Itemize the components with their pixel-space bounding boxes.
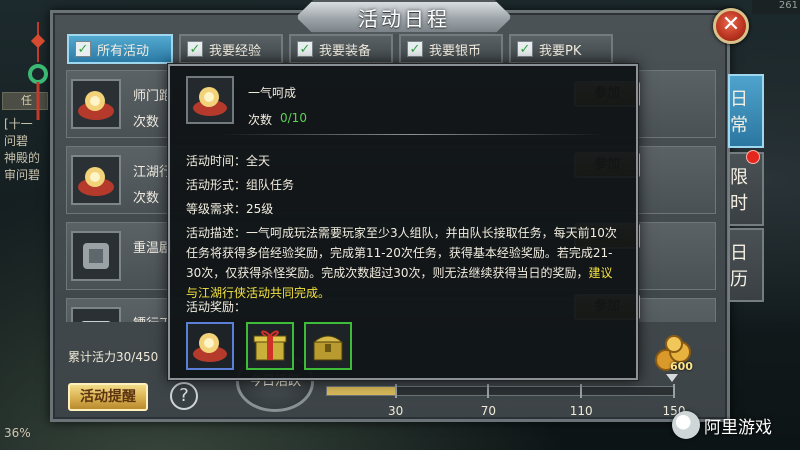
- reward-slot[interactable]: [304, 322, 352, 370]
- close-icon: ✕: [721, 12, 741, 37]
- side-tab-label: 日常: [730, 89, 748, 136]
- activity-icon-slot: [71, 231, 121, 281]
- tab-pk[interactable]: ✓ 我要PK: [509, 34, 613, 64]
- popup-description-text: 活动描述：一气呵成玩法需要玩家至少3人组队，并由队长接取任务，每天前10次任务将…: [186, 226, 617, 280]
- tab-silver[interactable]: ✓ 我要银币: [399, 34, 503, 64]
- milestone-tick: [580, 384, 583, 398]
- side-tab-calendar[interactable]: 日历: [728, 228, 764, 302]
- watermark: 阿里游戏: [672, 410, 772, 440]
- side-tab-label: 限时: [730, 167, 748, 214]
- checkbox-checked-icon: ✓: [407, 41, 423, 57]
- checkbox-checked-icon: ✓: [297, 41, 313, 57]
- activity-name: 镖行天: [133, 313, 172, 322]
- side-tab-limited[interactable]: 限时: [728, 152, 764, 226]
- watermark-text: 阿里游戏: [704, 417, 772, 438]
- activity-count-label: 次数: [133, 191, 160, 206]
- hud-percent: 36%: [4, 426, 31, 440]
- scene-quest-text: [十一 问碧 神殿的 审问碧: [4, 116, 54, 184]
- treasure-box-icon: [312, 335, 344, 361]
- tab-equipment[interactable]: ✓ 我要装备: [289, 34, 393, 64]
- vitality-progress-fill: [327, 387, 397, 395]
- activity-icon-slot: [71, 155, 121, 205]
- scroll-bag-icon: [193, 333, 227, 362]
- milestone-tick: [394, 384, 397, 398]
- activity-detail-popup: 一气呵成 次数 0/10 活动时间：全天 活动形式：组队任务 等级需求：25级 …: [168, 64, 638, 380]
- hanging-charm-icon: [28, 22, 48, 120]
- popup-rewards-label: 活动奖励：: [186, 300, 247, 314]
- armor-icon: [83, 243, 109, 269]
- popup-activity-name: 一气呵成: [248, 86, 297, 100]
- notification-dot: [746, 150, 760, 164]
- tab-label: 我要银币: [429, 43, 482, 59]
- scroll-bag-icon: [193, 87, 227, 116]
- milestone-label: 110: [569, 404, 593, 418]
- close-button[interactable]: ✕: [713, 8, 749, 44]
- popup-level: 等级需求：25级: [186, 202, 274, 216]
- scene-quest-line: 问碧: [4, 134, 29, 148]
- escort-icon: [81, 321, 111, 322]
- vitality-label: 累计活力30/450: [68, 350, 159, 364]
- scroll-bag-icon: [78, 91, 114, 120]
- popup-count-value: 0/10: [280, 111, 307, 125]
- vitality-progress-bar: [326, 386, 674, 396]
- reward-slot[interactable]: [246, 322, 294, 370]
- filter-tabs: ✓ 所有活动 ✓ 我要经验 ✓ 我要装备 ✓ 我要银币 ✓ 我要PK: [67, 34, 613, 64]
- tab-all-activities[interactable]: ✓ 所有活动: [67, 34, 173, 64]
- scene-quest-line: 神殿的: [4, 151, 41, 165]
- scroll-bag-icon: [78, 167, 114, 196]
- window-title: 活动日程: [296, 0, 512, 34]
- popup-activity-icon-slot: [186, 76, 234, 124]
- milestone-label: 70: [480, 404, 497, 418]
- checkbox-checked-icon: ✓: [187, 41, 203, 57]
- top-counter: 261: [752, 0, 800, 14]
- scene-quest-line: 审问碧: [4, 168, 41, 182]
- popup-form: 活动形式：组队任务: [186, 178, 295, 192]
- logo-icon: [672, 411, 700, 439]
- tab-label: 我要经验: [209, 43, 262, 59]
- activity-icon-slot: [71, 79, 121, 129]
- activity-name: 师门跑: [133, 89, 173, 104]
- tab-experience[interactable]: ✓ 我要经验: [179, 34, 283, 64]
- milestone-label: 30: [387, 404, 404, 418]
- chevron-down-icon: [666, 374, 678, 382]
- popup-count-label: 次数: [248, 113, 273, 127]
- popup-time: 活动时间：全天: [186, 154, 271, 168]
- divider: [222, 134, 602, 135]
- milestone-tick: [487, 384, 490, 398]
- milestone-tick: [673, 384, 675, 398]
- tab-label: 我要装备: [319, 43, 372, 59]
- popup-description: 活动描述：一气呵成玩法需要玩家至少3人组队，并由队长接取任务，每天前10次任务将…: [186, 223, 624, 303]
- checkbox-checked-icon: ✓: [517, 41, 533, 57]
- activity-icon-slot: [71, 307, 121, 322]
- reward-coin-value: 600: [670, 360, 693, 373]
- tab-label: 所有活动: [97, 43, 150, 59]
- side-tab-label: 日历: [730, 243, 748, 290]
- activity-name: 重温剧: [133, 241, 173, 256]
- activity-name: 江湖行: [133, 165, 173, 180]
- gift-box-icon: [253, 330, 287, 361]
- help-button[interactable]: ?: [170, 382, 198, 410]
- checkbox-checked-icon: ✓: [75, 41, 91, 57]
- tab-label: 我要PK: [539, 43, 582, 59]
- activity-count-label: 次数: [133, 115, 160, 130]
- side-tab-daily[interactable]: 日常: [728, 74, 764, 148]
- reward-slot[interactable]: [186, 322, 234, 370]
- window-title-text: 活动日程: [358, 6, 450, 31]
- question-icon: ?: [179, 385, 189, 406]
- activity-remind-button[interactable]: 活动提醒: [68, 383, 148, 411]
